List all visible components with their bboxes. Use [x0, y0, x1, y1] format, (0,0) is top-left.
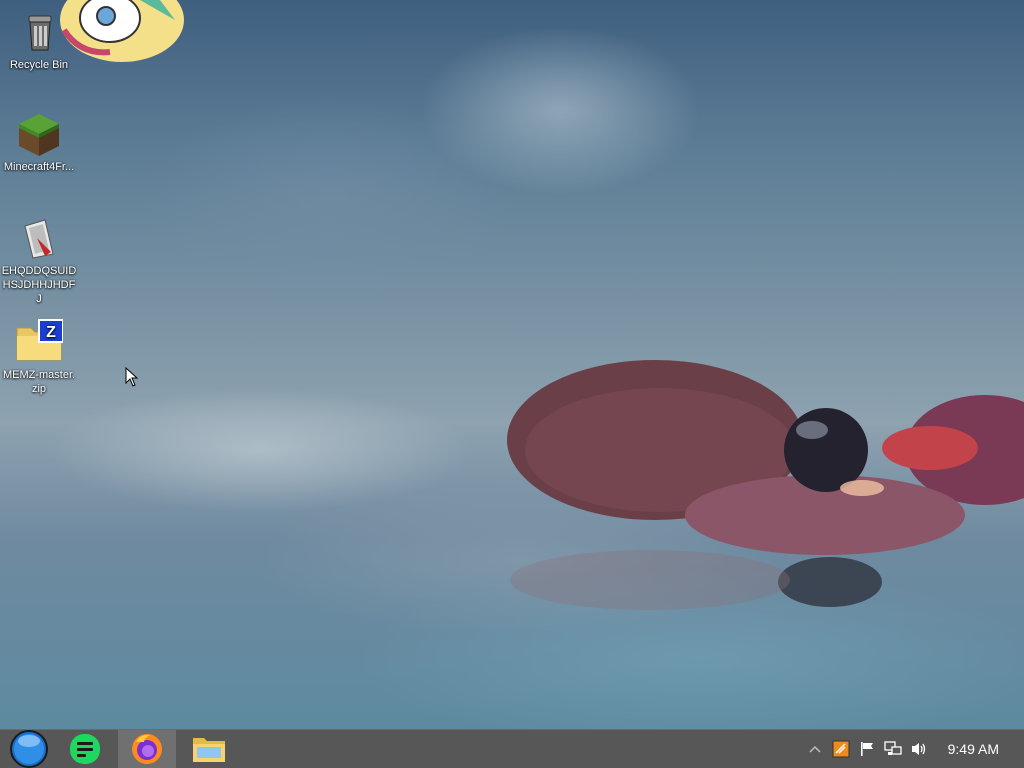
executable-icon — [15, 214, 63, 262]
desktop-icon-label: Minecraft4Fr... — [3, 161, 75, 173]
action-center-button[interactable] — [854, 730, 880, 768]
tray-app-button[interactable] — [828, 730, 854, 768]
start-orb-icon — [10, 730, 48, 768]
mouse-cursor-icon — [125, 367, 139, 387]
start-button[interactable] — [0, 730, 58, 768]
flag-icon — [860, 742, 873, 756]
network-icon — [883, 741, 902, 755]
volume-icon — [911, 743, 925, 755]
desktop-icon-label: Recycle Bin — [9, 59, 69, 71]
zip-folder-icon: Z — [15, 318, 64, 366]
chevron-up-icon — [809, 745, 821, 753]
desktop-wallpaper[interactable]: Recycle Bin Minecraft4Fr... EHQDDQSUID H… — [0, 0, 1024, 729]
minecraft-icon — [15, 110, 63, 158]
taskbar-app-firefox[interactable] — [118, 730, 176, 768]
folder-icon — [193, 738, 225, 762]
taskbar: 9:49 AM — [0, 729, 1024, 768]
taskbar-app-notes[interactable] — [56, 730, 114, 768]
notes-app-icon — [70, 734, 100, 764]
svg-text:Z: Z — [46, 324, 56, 341]
taskbar-app-file-explorer[interactable] — [180, 730, 238, 768]
cartoon-sticker — [60, 0, 184, 62]
volume-button[interactable] — [906, 730, 932, 768]
app-tray-icon — [832, 740, 850, 758]
firefox-icon — [132, 734, 162, 764]
clock[interactable]: 9:49 AM — [932, 741, 1024, 757]
desktop-icon-label: MEMZ-master. zip — [2, 369, 76, 395]
desktop-icon-label: EHQDDQSUID HSJDHHJHDFJ HEIKSHEHEID — [1, 265, 77, 305]
desktop-icon-executable[interactable]: EHQDDQSUID HSJDHHJHDFJ HEIKSHEHEID — [1, 214, 77, 306]
wallpaper-art — [60, 0, 1024, 610]
desktop-icon-recycle-bin[interactable]: Recycle Bin — [1, 8, 77, 72]
system-tray: 9:49 AM — [802, 730, 1024, 768]
show-hidden-icons-button[interactable] — [802, 730, 828, 768]
desktop-icon-minecraft[interactable]: Minecraft4Fr... — [1, 110, 77, 174]
desktop-icon-memz-zip[interactable]: Z MEMZ-master. zip — [1, 318, 77, 396]
recycle-bin-icon — [15, 8, 63, 56]
network-button[interactable] — [880, 730, 906, 768]
petal-flower — [507, 360, 1024, 610]
